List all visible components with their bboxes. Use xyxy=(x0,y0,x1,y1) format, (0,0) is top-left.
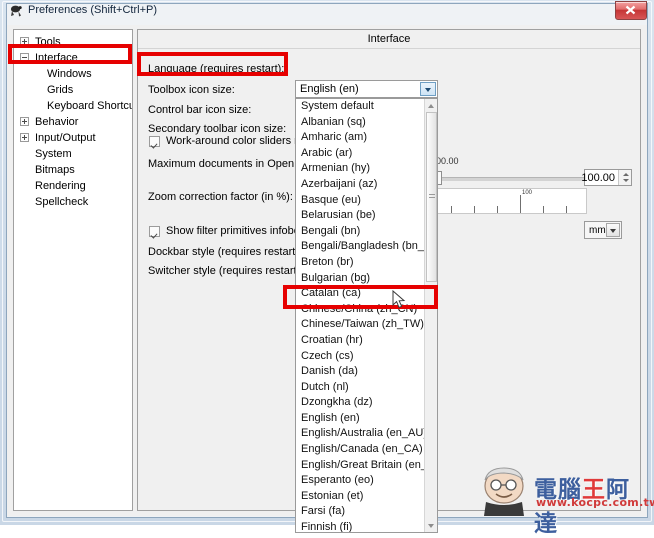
dropdown-option[interactable]: Dutch (nl) xyxy=(296,380,437,396)
dropdown-option[interactable]: Estonian (et) xyxy=(296,489,437,505)
ruler-tick xyxy=(497,206,498,213)
title-bar[interactable]: Preferences (Shift+Ctrl+P) xyxy=(0,0,654,23)
chevron-down-icon[interactable] xyxy=(606,223,620,237)
dropdown-option[interactable]: Catalan (ca) xyxy=(296,286,437,302)
dropdown-option[interactable]: English/Canada (en_CA) xyxy=(296,442,437,458)
unit-select[interactable]: mm xyxy=(584,221,622,239)
sidebar-item-label: Keyboard Shortcuts xyxy=(47,100,132,112)
ruler-tick xyxy=(543,206,544,213)
expander-plus-icon[interactable] xyxy=(20,37,29,46)
dropdown-option[interactable]: Finnish (fi) xyxy=(296,520,437,532)
close-button[interactable] xyxy=(615,1,647,20)
label-zoom-correction-factor: Zoom correction factor (in %): xyxy=(148,191,293,203)
dropdown-option[interactable]: Esperanto (eo) xyxy=(296,473,437,489)
dropdown-option[interactable]: Basque (eu) xyxy=(296,193,437,209)
label-switcher-style: Switcher style (requires restart): xyxy=(148,265,304,277)
sidebar-item-label: Grids xyxy=(47,84,74,96)
sidebar-item-rendering[interactable]: Rendering xyxy=(14,178,132,194)
dropdown-option[interactable]: Czech (cs) xyxy=(296,349,437,365)
sidebar-item-grids[interactable]: Grids xyxy=(14,82,132,98)
sidebar-item-tools[interactable]: Tools xyxy=(14,34,132,50)
close-icon xyxy=(625,5,636,15)
dropdown-option[interactable]: English/Australia (en_AU) xyxy=(296,426,437,442)
dropdown-option[interactable]: Armenian (hy) xyxy=(296,161,437,177)
label-language: Language (requires restart): xyxy=(148,63,285,75)
ruler-tick xyxy=(566,206,567,213)
language-dropdown-list[interactable]: System default Albanian (sq) Amharic (am) A… xyxy=(295,98,438,533)
expander-plus-icon[interactable] xyxy=(20,117,29,126)
scrollbar-thumb[interactable] xyxy=(426,112,437,282)
page-title: Interface xyxy=(138,30,640,49)
screenshot-root: Preferences (Shift+Ctrl+P) Tools Interfa… xyxy=(0,0,654,537)
label-control-bar-icon-size: Control bar icon size: xyxy=(148,104,252,116)
dropdown-scrollbar[interactable] xyxy=(424,99,437,532)
zoom-ruler: 100 xyxy=(432,188,587,214)
window-title: Preferences (Shift+Ctrl+P) xyxy=(28,4,157,16)
dropdown-option[interactable]: Breton (br) xyxy=(296,255,437,271)
unit-value: mm xyxy=(589,225,606,236)
dropdown-option[interactable]: Albanian (sq) xyxy=(296,115,437,131)
dropdown-option[interactable]: Belarusian (be) xyxy=(296,208,437,224)
dropdown-option[interactable]: English (en) xyxy=(296,411,437,427)
sidebar-item-behavior[interactable]: Behavior xyxy=(14,114,132,130)
dropdown-option[interactable]: Danish (da) xyxy=(296,364,437,380)
dialog-client-area: Tools Interface Windows Grids Keyboard S… xyxy=(7,25,647,533)
sidebar-item-label: Bitmaps xyxy=(35,164,75,176)
dropdown-option[interactable]: Azerbaijani (az) xyxy=(296,177,437,193)
dropdown-option[interactable]: Arabic (ar) xyxy=(296,146,437,162)
window-frame: Preferences (Shift+Ctrl+P) Tools Interfa… xyxy=(0,0,654,533)
spinner-stepper-buttons[interactable] xyxy=(618,170,631,185)
scroll-down-arrow-icon[interactable] xyxy=(425,519,437,532)
sidebar-item-label: Interface xyxy=(35,52,78,64)
sidebar-item-label: Input/Output xyxy=(35,132,96,144)
sidebar-item-label: Tools xyxy=(35,36,61,48)
sidebar-item-bitmaps[interactable]: Bitmaps xyxy=(14,162,132,178)
label-secondary-toolbar-icon-size: Secondary toolbar icon size: xyxy=(148,123,287,135)
sidebar-item-keyboard-shortcuts[interactable]: Keyboard Shortcuts xyxy=(14,98,132,114)
sidebar-item-label: Behavior xyxy=(35,116,79,128)
checkbox-show-filter-primitives-infobox[interactable] xyxy=(149,226,160,237)
label-dockbar-style: Dockbar style (requires restart): xyxy=(148,246,303,258)
dropdown-option[interactable]: Amharic (am) xyxy=(296,130,437,146)
expander-plus-icon[interactable] xyxy=(20,133,29,142)
dropdown-option[interactable]: System default xyxy=(296,99,437,115)
zoom-value-text: 100.00 xyxy=(581,172,615,184)
sidebar-item-label: Windows xyxy=(47,68,92,80)
dropdown-option-highlighted[interactable]: Chinese/Taiwan (zh_TW) xyxy=(296,317,437,333)
zoom-slider-track[interactable] xyxy=(433,177,600,181)
language-select-value: English (en) xyxy=(300,83,359,95)
tree-list: Tools Interface Windows Grids Keyboard S… xyxy=(14,30,132,210)
dropdown-option[interactable]: Croatian (hr) xyxy=(296,333,437,349)
dropdown-option[interactable]: Bengali (bn) xyxy=(296,224,437,240)
sidebar-item-input-output[interactable]: Input/Output xyxy=(14,130,132,146)
sidebar-item-label: System xyxy=(35,148,72,160)
sidebar-item-label: Spellcheck xyxy=(35,196,89,208)
chevron-down-icon[interactable] xyxy=(420,82,436,96)
dropdown-option[interactable]: English/Great Britain (en_GB) xyxy=(296,458,437,474)
ruler-tick xyxy=(474,206,475,213)
scroll-up-arrow-icon[interactable] xyxy=(425,99,437,112)
expander-minus-icon[interactable] xyxy=(20,53,29,62)
sidebar-item-interface[interactable]: Interface xyxy=(14,50,132,66)
dropdown-option[interactable]: Farsi (fa) xyxy=(296,504,437,520)
sidebar-item-windows[interactable]: Windows xyxy=(14,66,132,82)
ruler-tick-major xyxy=(520,195,521,213)
dropdown-option[interactable]: Bulgarian (bg) xyxy=(296,271,437,287)
checkbox-work-around-color-sliders[interactable] xyxy=(149,136,160,147)
sidebar-item-system[interactable]: System xyxy=(14,146,132,162)
sidebar-item-label: Rendering xyxy=(35,180,86,192)
sidebar-item-spellcheck[interactable]: Spellcheck xyxy=(14,194,132,210)
preferences-tree[interactable]: Tools Interface Windows Grids Keyboard S… xyxy=(13,29,133,511)
dropdown-option[interactable]: Chinese/China (zh_CN) xyxy=(296,302,437,318)
scrollbar-grip-icon xyxy=(429,194,435,200)
inkscape-logo-icon xyxy=(8,3,24,19)
dropdown-option[interactable]: Bengali/Bangladesh (bn_BD) xyxy=(296,239,437,255)
zoom-value-spinner[interactable]: 100.00 xyxy=(581,169,632,186)
label-toolbox-icon-size: Toolbox icon size: xyxy=(148,84,235,96)
ruler-label: 100 xyxy=(522,190,533,196)
ruler-tick xyxy=(451,206,452,213)
dropdown-options: System default Albanian (sq) Amharic (am) A… xyxy=(296,99,437,532)
dropdown-option[interactable]: Dzongkha (dz) xyxy=(296,395,437,411)
language-select[interactable]: English (en) xyxy=(295,80,438,98)
